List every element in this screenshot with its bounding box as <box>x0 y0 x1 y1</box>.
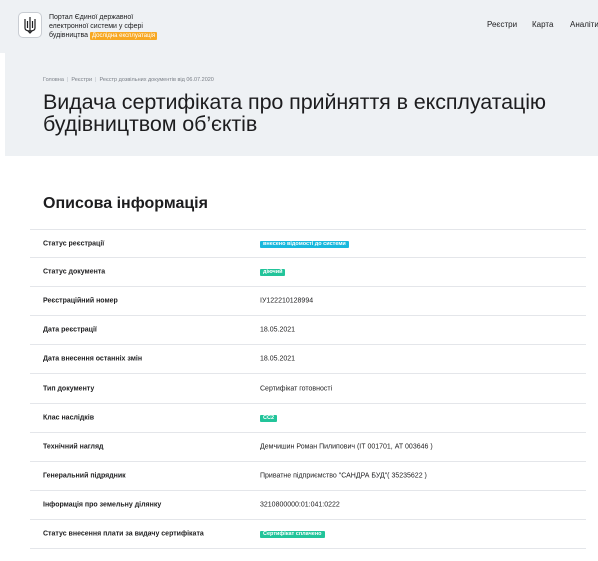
table-row: Інформація про земельну ділянку 32108000… <box>30 491 586 520</box>
breadcrumb-separator: | <box>95 77 97 83</box>
status-badge: СС2 <box>260 414 278 422</box>
portal-name-line2: електронної системи у сфері <box>49 23 143 30</box>
table-row: Тип документу Сертифікат готовності <box>30 374 586 404</box>
breadcrumb: Головна | Реєстри | Реєстр дозвільних докуме… <box>43 77 214 83</box>
status-badge: діючий <box>260 269 286 277</box>
info-table: Статус реєстрації внесено відомості до с… <box>30 229 586 550</box>
row-value: ІУ122210128994 <box>260 297 314 305</box>
table-row: Дата внесення останніх змін 18.05.2021 <box>30 345 586 375</box>
trident-icon[interactable] <box>18 12 42 38</box>
table-row: Генеральний підрядник Приватне підприємс… <box>30 462 586 491</box>
section-title: Описова інформація <box>43 195 208 212</box>
status-badge: Сертифікат сплачено <box>260 530 325 538</box>
table-row: Статус реєстрації внесено відомості до с… <box>30 229 586 259</box>
table-row: Дата реєстрації 18.05.2021 <box>30 316 586 346</box>
table-row: Статус документа діючий <box>30 258 586 288</box>
row-label: Технічний нагляд <box>43 443 104 451</box>
row-label: Дата внесення останніх змін <box>43 355 143 363</box>
table-row: Клас наслідків СС2 <box>30 404 586 433</box>
top-header: Портал Єдиної державної електронної сист… <box>0 0 598 53</box>
row-value: 18.05.2021 <box>260 355 296 363</box>
row-label: Клас наслідків <box>43 414 95 422</box>
row-value: Демчишин Роман Пилипович (ІТ 001701, АТ … <box>260 443 433 451</box>
row-label: Статус реєстрації <box>43 240 105 248</box>
row-label: Дата реєстрації <box>43 326 97 334</box>
row-label: Реєстраційний номер <box>43 297 118 305</box>
table-row: Технічний нагляд Демчишин Роман Пилипови… <box>30 433 586 462</box>
portal-name-line1: Портал Єдиної державної <box>49 14 134 21</box>
nav-map[interactable]: Карта <box>532 20 553 29</box>
table-row: Статус внесення плати за видачу сертифік… <box>30 520 586 550</box>
nav-analytics[interactable]: Аналіти <box>570 20 598 29</box>
row-value: 3210800000:01:041:0222 <box>260 501 340 509</box>
row-label: Інформація про земельну ділянку <box>43 501 162 509</box>
row-label: Генеральний підрядник <box>43 472 126 480</box>
row-value: Приватне підприємство "САНДРА БУД"( 3523… <box>260 472 427 480</box>
breadcrumb-registries[interactable]: Реєстри <box>71 77 92 83</box>
row-value: Сертифікат готовності <box>260 385 333 393</box>
breadcrumb-current: Реєстр дозвільних документів від 06.07.2… <box>99 77 214 83</box>
portal-name-line3: будівництва <box>49 32 89 39</box>
page-title: Видача сертифіката про прийняття в експл… <box>43 90 546 136</box>
row-label: Статус документа <box>43 268 106 276</box>
breadcrumb-separator: | <box>66 77 69 83</box>
portal-name[interactable]: Портал Єдиної державної електронної сист… <box>49 13 179 40</box>
row-label: Тип документу <box>43 385 95 393</box>
beta-badge: Дослідна експлуатація <box>90 32 158 40</box>
status-badge: внесено відомості до системи <box>260 240 349 248</box>
row-value: 18.05.2021 <box>260 326 296 334</box>
breadcrumb-home[interactable]: Головна <box>43 77 64 83</box>
table-row: Реєстраційний номер ІУ122210128994 <box>30 287 586 317</box>
row-label: Статус внесення плати за видачу сертифік… <box>43 530 204 538</box>
nav-registries[interactable]: Реєстри <box>487 20 517 29</box>
